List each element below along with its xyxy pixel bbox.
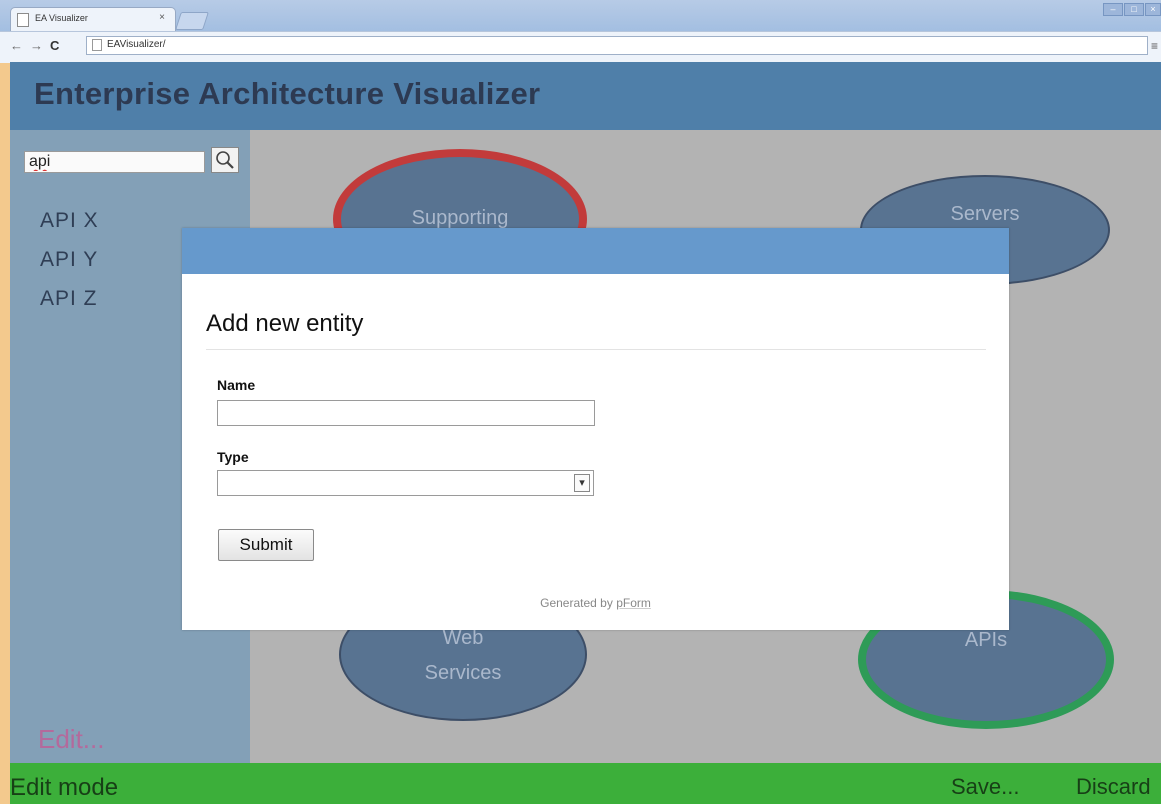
- generated-by-text: Generated by: [540, 596, 613, 610]
- divider: [206, 349, 986, 350]
- name-field[interactable]: [217, 400, 595, 426]
- status-bar: Edit mode Save... Discard: [10, 763, 1161, 804]
- submit-button[interactable]: Submit: [218, 529, 314, 561]
- app-header: Enterprise Architecture Visualizer: [10, 62, 1161, 130]
- search-button[interactable]: [211, 147, 239, 173]
- add-entity-dialog: Add new entity Name Type ▾ Submit Genera…: [182, 228, 1009, 630]
- tab-title: EA Visualizer: [35, 13, 88, 23]
- edit-mode-label: Edit mode: [10, 774, 119, 801]
- maximize-icon[interactable]: □: [1124, 3, 1144, 16]
- list-item[interactable]: API Z: [40, 286, 99, 325]
- edit-link[interactable]: Edit...: [38, 724, 104, 755]
- new-tab-button[interactable]: [175, 12, 209, 30]
- back-icon[interactable]: ←: [10, 38, 23, 53]
- type-select[interactable]: ▾: [217, 470, 594, 496]
- name-label: Name: [217, 377, 256, 393]
- browser-chrome: EA Visualizer × – □ × ← → C EAVisualizer…: [0, 0, 1161, 63]
- tab-close-icon[interactable]: ×: [159, 12, 165, 23]
- browser-menu-icon[interactable]: ≡: [1151, 39, 1158, 53]
- address-text: EAVisualizer/: [107, 39, 166, 50]
- page-icon: [92, 39, 102, 51]
- list-item[interactable]: API X: [40, 208, 99, 247]
- node-label: Servers: [950, 203, 1020, 225]
- page-title: Enterprise Architecture Visualizer: [34, 76, 541, 111]
- minimize-icon[interactable]: –: [1103, 3, 1123, 16]
- search-icon: [216, 151, 234, 169]
- address-bar[interactable]: EAVisualizer/: [86, 36, 1148, 55]
- generated-by-note: Generated by pForm: [182, 596, 1009, 610]
- type-label: Type: [217, 449, 249, 465]
- chevron-down-icon[interactable]: ▾: [574, 474, 590, 492]
- reload-icon[interactable]: C: [50, 38, 59, 53]
- dialog-header-bar: [182, 228, 1009, 274]
- page-icon: [17, 13, 29, 27]
- list-item[interactable]: API Y: [40, 247, 99, 286]
- browser-toolbar: ← → C EAVisualizer/ ≡: [0, 31, 1161, 63]
- node-label: Services: [424, 662, 502, 684]
- search-results-list: API X API Y API Z: [40, 208, 99, 325]
- pform-link[interactable]: pForm: [616, 596, 651, 610]
- forward-icon[interactable]: →: [30, 38, 43, 53]
- save-button[interactable]: Save...: [951, 774, 1019, 800]
- window-close-icon[interactable]: ×: [1145, 3, 1161, 16]
- browser-tab[interactable]: EA Visualizer ×: [10, 7, 176, 32]
- search-input[interactable]: [24, 151, 205, 173]
- dialog-title: Add new entity: [206, 310, 364, 337]
- discard-button[interactable]: Discard: [1076, 774, 1151, 800]
